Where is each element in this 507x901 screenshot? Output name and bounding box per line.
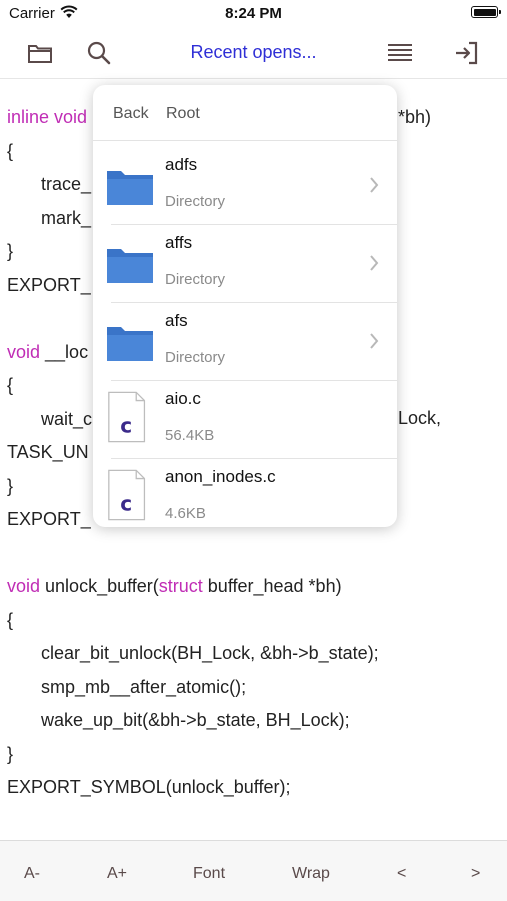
code-line: wake_up_bit(&bh->b_state, BH_Lock);	[41, 710, 350, 730]
chevron-right-icon	[370, 255, 379, 271]
item-meta: 4.6KB	[165, 505, 206, 522]
item-name: affs	[165, 233, 193, 252]
next-button[interactable]: >	[471, 865, 480, 883]
nav-bar: Recent opens...	[0, 28, 507, 79]
item-meta: 56.4KB	[165, 427, 215, 444]
file-list: adfs Directory affs Directory afs Direct…	[93, 147, 397, 527]
list-item[interactable]: afs Directory	[93, 303, 397, 381]
code-line: {	[7, 609, 14, 630]
bottom-toolbar: A- A+ Font Wrap < >	[0, 840, 507, 901]
item-name: adfs	[165, 155, 198, 174]
item-meta: Directory	[165, 193, 226, 210]
code-line: void unlock_buffer(struct buffer_head *b…	[7, 576, 342, 596]
status-bar: Carrier 8:24 PM	[0, 0, 507, 28]
status-time: 8:24 PM	[225, 5, 282, 22]
list-icon[interactable]	[385, 38, 415, 68]
recent-opens-button[interactable]: Recent opens...	[0, 42, 507, 63]
item-meta: Directory	[165, 349, 226, 366]
list-item[interactable]: affs Directory	[93, 225, 397, 303]
file-browser-popover: Back Root adfs Directory affs Directory	[93, 85, 397, 527]
svg-text:c: c	[120, 492, 132, 516]
code-fragment: Lock,	[398, 408, 442, 428]
list-item[interactable]: c anon_inodes.c 4.6KB	[93, 459, 397, 527]
svg-text:c: c	[120, 414, 132, 438]
list-item[interactable]: c aio.c 56.4KB	[93, 381, 397, 459]
font-larger-button[interactable]: A+	[107, 865, 127, 883]
folder-icon	[107, 249, 153, 283]
code-fragment: *bh)	[398, 107, 432, 127]
prev-button[interactable]: <	[397, 865, 406, 883]
code-line: smp_mb__after_atomic();	[41, 676, 247, 697]
font-button[interactable]: Font	[193, 865, 225, 883]
item-name: aio.c	[165, 389, 201, 408]
code-line: clear_bit_unlock(BH_Lock, &bh->b_state);	[41, 643, 379, 663]
wrap-button[interactable]: Wrap	[292, 865, 330, 883]
folder-icon	[107, 171, 153, 205]
path-label: Root	[166, 105, 200, 122]
chevron-right-icon	[370, 333, 379, 349]
battery-icon	[471, 6, 501, 18]
font-smaller-button[interactable]: A-	[24, 865, 40, 883]
item-meta: Directory	[165, 271, 226, 288]
folder-icon	[107, 327, 153, 361]
item-name: afs	[165, 311, 188, 330]
code-line: EXPORT_SYMBOL(unlock_buffer);	[7, 777, 291, 797]
list-item[interactable]: adfs Directory	[93, 147, 397, 225]
popover-header: Back Root	[93, 85, 397, 141]
code-line: }	[7, 743, 14, 764]
chevron-right-icon	[370, 177, 379, 193]
c-file-icon: c	[108, 391, 146, 443]
item-name: anon_inodes.c	[165, 467, 276, 486]
back-button[interactable]: Back	[113, 105, 149, 123]
c-file-icon: c	[108, 469, 146, 521]
exit-icon[interactable]	[452, 38, 482, 68]
